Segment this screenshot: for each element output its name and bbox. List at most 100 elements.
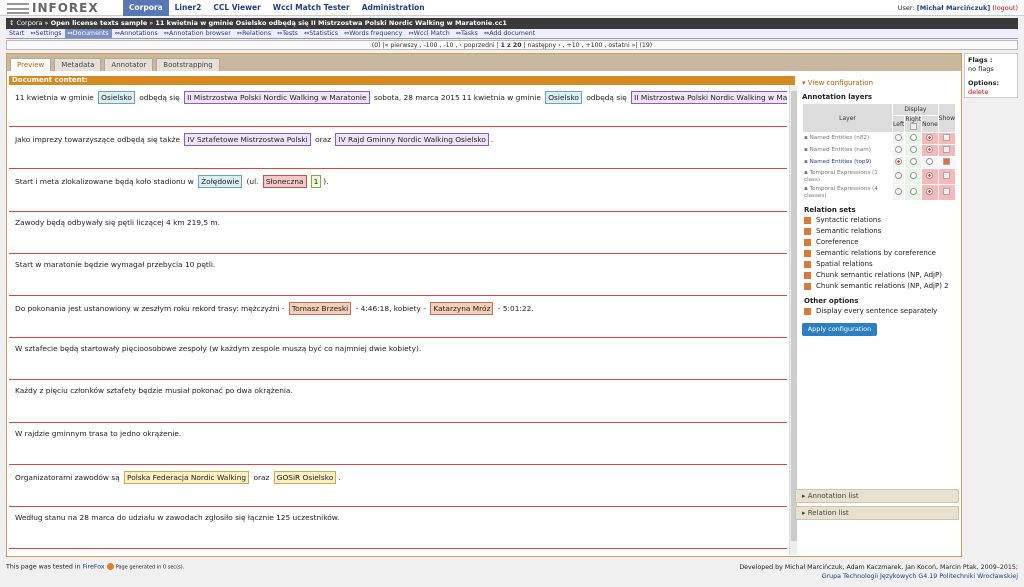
- menu-corpora[interactable]: Corpora: [123, 0, 169, 16]
- logout-link[interactable]: (logout): [992, 4, 1018, 12]
- checkbox-checked-icon[interactable]: [804, 283, 811, 290]
- layer-right-radio[interactable]: [909, 134, 917, 141]
- menu-wccl-match-tester[interactable]: Wccl Match Tester: [267, 0, 356, 16]
- sentence-text: Start i meta zlokalizowane będą koło sta…: [15, 175, 329, 189]
- submenu-annotations[interactable]: ⇔Annotations: [112, 29, 161, 38]
- firefox-link[interactable]: FireFox: [83, 564, 105, 571]
- relation-option[interactable]: Chunk semantic relations (NP, AdjP) 2: [796, 281, 961, 292]
- layer-right-radio[interactable]: [909, 158, 917, 165]
- submenu-add-document[interactable]: ⇔Add document: [481, 29, 538, 38]
- submenu-documents[interactable]: ⇔Documents: [64, 29, 112, 38]
- view-configuration-toggle[interactable]: ▾ View configuration: [796, 74, 961, 89]
- sentence-fragment: Według stanu na 28 marca do udziału w za…: [15, 512, 340, 522]
- layer-show-checkbox[interactable]: [943, 134, 951, 141]
- tab-metadata[interactable]: Metadata: [54, 58, 102, 71]
- tab-preview[interactable]: Preview: [10, 58, 52, 71]
- relation-option[interactable]: Semantic relations by coreference: [796, 248, 961, 259]
- delete-link[interactable]: delete: [968, 88, 1014, 96]
- tab-bootstrapping[interactable]: Bootstrapping: [156, 58, 220, 71]
- layer-name: ▪ Named Entities (n82): [801, 132, 894, 145]
- layer-row: ▪ Named Entities (top9): [801, 156, 957, 169]
- annotation-person[interactable]: Katarzyna Mróz: [430, 301, 494, 315]
- annotation-num[interactable]: 1: [310, 175, 322, 189]
- submenu-wccl-match[interactable]: ⇔Wccl Match: [405, 29, 452, 38]
- other-options-title: Other options: [804, 297, 859, 305]
- inforex-logo[interactable]: INFOREX: [7, 1, 115, 15]
- annotation-org[interactable]: GOSiR Osielsko: [273, 470, 337, 484]
- annotation-place[interactable]: Żołędowie: [198, 175, 243, 189]
- submenu-tests[interactable]: ⇔Tests: [274, 29, 301, 38]
- pager-prev-links[interactable]: (0) |« pierwszy , -100 , -10 , ‹ poprzed…: [372, 42, 499, 49]
- user-name[interactable]: [Michał Marcińczuk]: [917, 4, 991, 12]
- layer-name-label[interactable]: Named Entities (nam): [810, 147, 871, 153]
- checkbox-checked-icon[interactable]: [804, 250, 811, 257]
- sentence-fragment: Jako imprezy towarzyszące odbędą się tak…: [15, 135, 183, 145]
- right-all-checkbox[interactable]: [909, 123, 917, 130]
- layer-none-radio[interactable]: [926, 146, 934, 153]
- relation-option[interactable]: Chunk semantic relations (NP, AdjP): [796, 270, 961, 281]
- layer-name-label[interactable]: Named Entities (top9): [810, 159, 872, 165]
- layer-show-checkbox[interactable]: [943, 146, 951, 153]
- other-options-list: Display every sentence separately: [796, 306, 961, 317]
- breadcrumb-corpus[interactable]: Open license texts sample: [51, 19, 148, 27]
- submenu-start[interactable]: Start: [6, 29, 27, 38]
- footer-group[interactable]: Grupa Technologii Językowych G4.19 Polit…: [739, 572, 1018, 581]
- annotation-place[interactable]: Osielsko: [545, 91, 582, 104]
- layer-show-checkbox[interactable]: [943, 158, 951, 165]
- layer-none-radio[interactable]: [926, 158, 934, 165]
- layer-left-radio[interactable]: [895, 188, 903, 195]
- menu-liner2[interactable]: Liner2: [169, 0, 208, 16]
- breadcrumb-corpora[interactable]: ↕ Corpora »: [9, 19, 49, 27]
- submenu-statistics[interactable]: ⇔Statistics: [301, 29, 341, 38]
- relation-option[interactable]: Spatial relations: [796, 259, 961, 270]
- checkbox-checked-icon[interactable]: [804, 261, 811, 268]
- tab-annotator[interactable]: Annotator: [104, 58, 154, 71]
- layer-left-radio[interactable]: [895, 172, 903, 179]
- layer-none-radio[interactable]: [926, 188, 934, 195]
- layer-none-radio[interactable]: [926, 172, 934, 179]
- submenu-words-frequency[interactable]: ⇔Words frequency: [341, 29, 405, 38]
- layer-left-radio[interactable]: [895, 158, 903, 165]
- layer-right-radio[interactable]: [909, 172, 917, 179]
- annotation-place[interactable]: Osielsko: [98, 91, 135, 104]
- layer-show-checkbox[interactable]: [943, 188, 951, 195]
- annotation-event[interactable]: II Mistrzostwa Polski Nordic Walking w M…: [184, 91, 370, 104]
- layer-left-radio[interactable]: [895, 146, 903, 153]
- annotation-list-toggle[interactable]: ▸ Annotation list: [795, 489, 959, 503]
- submenu-settings[interactable]: ⇔Settings: [27, 29, 64, 38]
- layer-left-radio[interactable]: [895, 134, 903, 141]
- annotation-org[interactable]: Polska Federacja Nordic Walking: [124, 470, 250, 484]
- sentence-row: Zawody będą odbywały się pętli liczącej …: [9, 212, 787, 254]
- annotation-person[interactable]: Tomasz Brzeski: [288, 301, 352, 315]
- submenu-relations[interactable]: ⇔Relations: [234, 29, 274, 38]
- layer-none-radio[interactable]: [926, 134, 934, 141]
- option-label: Syntactic relations: [816, 216, 881, 224]
- relation-option[interactable]: Syntactic relations: [796, 215, 961, 226]
- submenu-tasks[interactable]: ⇔Tasks: [453, 29, 481, 38]
- layer-name-label[interactable]: Named Entities (n82): [810, 135, 870, 141]
- layer-right-radio[interactable]: [909, 146, 917, 153]
- menu-administration[interactable]: Administration: [356, 0, 431, 16]
- checkbox-checked-icon[interactable]: [804, 228, 811, 235]
- checkbox-checked-icon[interactable]: [804, 272, 811, 279]
- checkbox-checked-icon[interactable]: [804, 308, 811, 315]
- apply-configuration-button[interactable]: Apply configuration: [802, 323, 877, 336]
- layer-name-label[interactable]: Temporal Expressions (4 classes): [804, 186, 878, 199]
- relation-option[interactable]: Display every sentence separately: [796, 306, 961, 317]
- submenu-annotation-browser[interactable]: ⇔Annotation browser: [161, 29, 234, 38]
- menu-ccl-viewer[interactable]: CCL Viewer: [207, 0, 266, 16]
- footer-generated: Page generated in 0 sec(s).: [115, 564, 185, 571]
- relation-option[interactable]: Coreference: [796, 237, 961, 248]
- layer-name-label[interactable]: Temporal Expressions (1 class): [804, 170, 878, 183]
- annotation-event[interactable]: II Mistrzostwa Polski Nordic Walking w M…: [631, 91, 787, 104]
- annotation-road[interactable]: Słoneczna: [262, 175, 307, 189]
- checkbox-checked-icon[interactable]: [804, 217, 811, 224]
- relation-option[interactable]: Semantic relations: [796, 226, 961, 237]
- annotation-event[interactable]: IV Sztafetowe Mistrzostwa Polski: [184, 133, 311, 147]
- layer-right-radio[interactable]: [909, 188, 917, 195]
- pager-next-links[interactable]: | następny › , +10 , +100 , ostatni »| (…: [523, 42, 652, 49]
- relation-list-toggle[interactable]: ▸ Relation list: [795, 506, 959, 520]
- layer-show-checkbox[interactable]: [943, 172, 951, 179]
- annotation-event[interactable]: IV Rajd Gminny Nordic Walking Osielsko: [335, 133, 489, 147]
- checkbox-checked-icon[interactable]: [804, 239, 811, 246]
